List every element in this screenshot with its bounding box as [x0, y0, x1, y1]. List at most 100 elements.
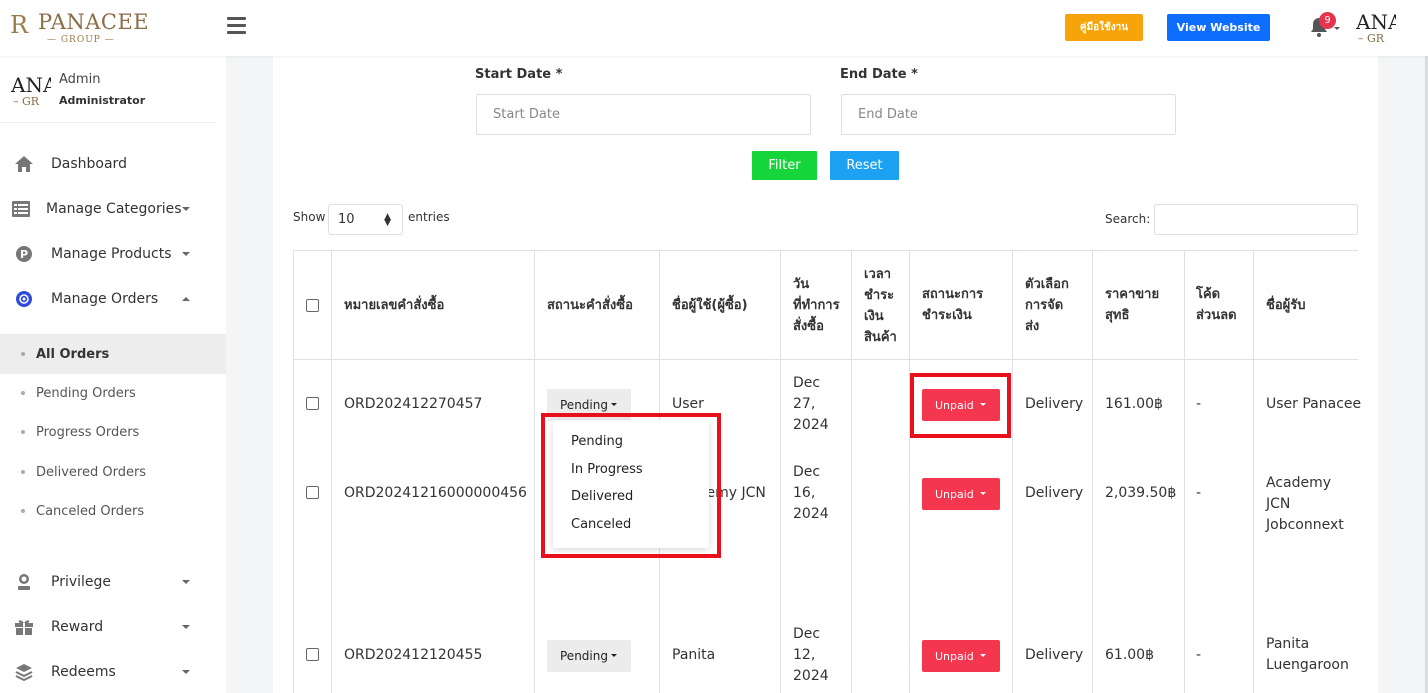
gift-icon: [14, 617, 34, 637]
date-part: Dec: [793, 375, 821, 391]
payment-status-dropdown[interactable]: Unpaid: [922, 389, 1000, 421]
buyer-name: Panita: [672, 647, 716, 663]
sidebar-item-label: Manage Orders: [51, 291, 159, 307]
sidebar-subitem-delivered-orders[interactable]: Delivered Orders: [0, 452, 226, 492]
reset-button[interactable]: Reset: [830, 151, 899, 180]
chevron-down-icon: [182, 252, 190, 256]
bullet-icon: [21, 391, 25, 395]
order-date: Dec 12, 2024: [793, 624, 829, 687]
header-discount-code[interactable]: โค้ด ส่วนลด: [1196, 284, 1237, 326]
recipient-line: Academy JCN: [1266, 475, 1332, 512]
avatar-subtext: – GR: [1358, 32, 1385, 45]
order-number[interactable]: ORD202412270457: [344, 394, 482, 415]
header-shipping[interactable]: ตัวเลือก การจัด ส่ง: [1025, 274, 1069, 337]
sidebar-item-label: Manage Products: [51, 246, 172, 262]
entries-value: 10: [338, 212, 355, 227]
header-order-no[interactable]: หมายเลขคำสั่งซื้อ: [344, 295, 444, 316]
payment-status-dropdown[interactable]: Unpaid: [922, 478, 1000, 510]
user-avatar: ANA – GR: [11, 74, 51, 110]
sidebar-subitem-pending-orders[interactable]: Pending Orders: [0, 373, 226, 413]
order-status-dropdown[interactable]: Pending: [547, 640, 631, 672]
sidebar-item-reward[interactable]: Reward: [0, 607, 226, 647]
discount-code: -: [1196, 396, 1202, 412]
column-divider: [1253, 250, 1254, 693]
user-name: Admin: [59, 72, 101, 87]
row-checkbox[interactable]: [306, 486, 319, 499]
order-number[interactable]: ORD20241216000000456: [344, 483, 527, 504]
net-price: 161.00฿: [1105, 396, 1163, 412]
column-divider: [909, 250, 910, 693]
date-part: 12,: [793, 647, 816, 663]
sidebar-item-products[interactable]: P Manage Products: [0, 234, 226, 274]
chevron-down-icon: [182, 625, 190, 629]
panacee-logo[interactable]: R PANACEE — GROUP —: [10, 9, 149, 47]
order-date: Dec 16, 2024: [793, 462, 829, 525]
header-order-status[interactable]: สถานะคำสั่งซื้อ: [547, 295, 633, 316]
orders-card: Start Date * End Date * Filter Reset Sho…: [273, 56, 1378, 693]
logo-group: — GROUP —: [47, 35, 115, 45]
order-status-dropdown[interactable]: Pending: [547, 389, 631, 421]
notification-badge: 9: [1319, 12, 1336, 29]
sidebar-item-privilege[interactable]: Privilege: [0, 562, 226, 602]
avatar-text: ANA: [1356, 11, 1396, 34]
entries-select[interactable]: 10 ▲ ▼: [328, 204, 403, 235]
order-date: Dec 27, 2024: [793, 373, 829, 436]
select-all-checkbox[interactable]: [306, 299, 319, 312]
column-divider: [293, 250, 294, 693]
status-option-in-progress[interactable]: In Progress: [571, 462, 643, 477]
date-part: Dec: [793, 626, 821, 642]
header-payment-time[interactable]: เวลา ชำระ เงิน สินค้า: [864, 264, 897, 348]
status-option-pending[interactable]: Pending: [571, 434, 623, 449]
start-date-input[interactable]: [476, 94, 811, 135]
header-payment-status[interactable]: สถานะการ ชำระเงิน: [922, 284, 983, 326]
column-divider: [1092, 250, 1093, 693]
menu-toggle-icon[interactable]: [227, 17, 246, 35]
payment-status-dropdown[interactable]: Unpaid: [922, 640, 1000, 672]
sidebar-item-categories[interactable]: Manage Categories: [0, 189, 226, 229]
status-value: Pending: [560, 398, 608, 412]
net-price: 2,039.50฿: [1105, 485, 1177, 501]
list-icon: [11, 199, 31, 219]
sidebar-item-dashboard[interactable]: Dashboard: [0, 144, 226, 184]
order-number[interactable]: ORD202412120455: [344, 645, 482, 666]
svg-text:P: P: [20, 248, 28, 261]
filter-button[interactable]: Filter: [752, 151, 817, 180]
header-user-name[interactable]: ชื่อผู้ใช้(ผู้ซื้อ): [672, 295, 748, 316]
layers-icon: [14, 662, 34, 682]
header-text: สถานะการ: [922, 287, 984, 302]
top-navbar: R PANACEE — GROUP — คู่มือใช้งาน View We…: [0, 0, 1428, 56]
manual-button[interactable]: คู่มือใช้งาน: [1065, 14, 1143, 41]
shipping-option: Delivery: [1025, 396, 1084, 412]
orders-table: หมายเลขคำสั่งซื้อ สถานะคำสั่งซื้อ ชื่อผู…: [293, 250, 1361, 693]
header-recipient[interactable]: ชื่อผู้รับ: [1266, 295, 1305, 316]
orders-icon: [14, 289, 34, 309]
date-part: 16,: [793, 485, 816, 501]
sidebar-item-label: Privilege: [51, 574, 112, 590]
chevron-down-icon: [182, 207, 190, 211]
row-checkbox[interactable]: [306, 397, 319, 410]
privilege-icon: [14, 572, 34, 592]
sidebar-subitem-canceled-orders[interactable]: Canceled Orders: [0, 491, 226, 531]
view-website-button[interactable]: View Website: [1167, 14, 1270, 41]
profile-avatar[interactable]: ANA – GR: [1356, 11, 1396, 47]
sidebar-item-orders[interactable]: Manage Orders: [0, 279, 226, 319]
date-part: Dec: [793, 464, 821, 480]
sidebar-subitem-label: Canceled Orders: [36, 503, 145, 519]
row-checkbox[interactable]: [306, 648, 319, 661]
buyer-name: User: [672, 396, 704, 412]
recipient-name: User Panacee: [1266, 394, 1361, 415]
status-option-delivered[interactable]: Delivered: [571, 489, 633, 504]
start-date-label: Start Date *: [475, 67, 563, 82]
status-option-canceled[interactable]: Canceled: [571, 517, 631, 532]
table-border: [293, 250, 1358, 251]
header-net-price[interactable]: ราคาขาย สุทธิ: [1105, 284, 1159, 326]
header-order-date[interactable]: วัน ที่ทำการ สั่งซื้อ: [793, 274, 840, 337]
sidebar-subitem-progress-orders[interactable]: Progress Orders: [0, 412, 226, 452]
discount-code: -: [1196, 485, 1202, 501]
end-date-input[interactable]: [841, 94, 1176, 135]
sidebar-subitem-all-orders[interactable]: All Orders: [0, 334, 226, 374]
search-input[interactable]: [1154, 204, 1358, 235]
recipient-line: Luengaroon: [1266, 657, 1349, 673]
sidebar-item-redeems[interactable]: Redeems: [0, 652, 226, 692]
header-text: ชำระ: [864, 288, 895, 303]
